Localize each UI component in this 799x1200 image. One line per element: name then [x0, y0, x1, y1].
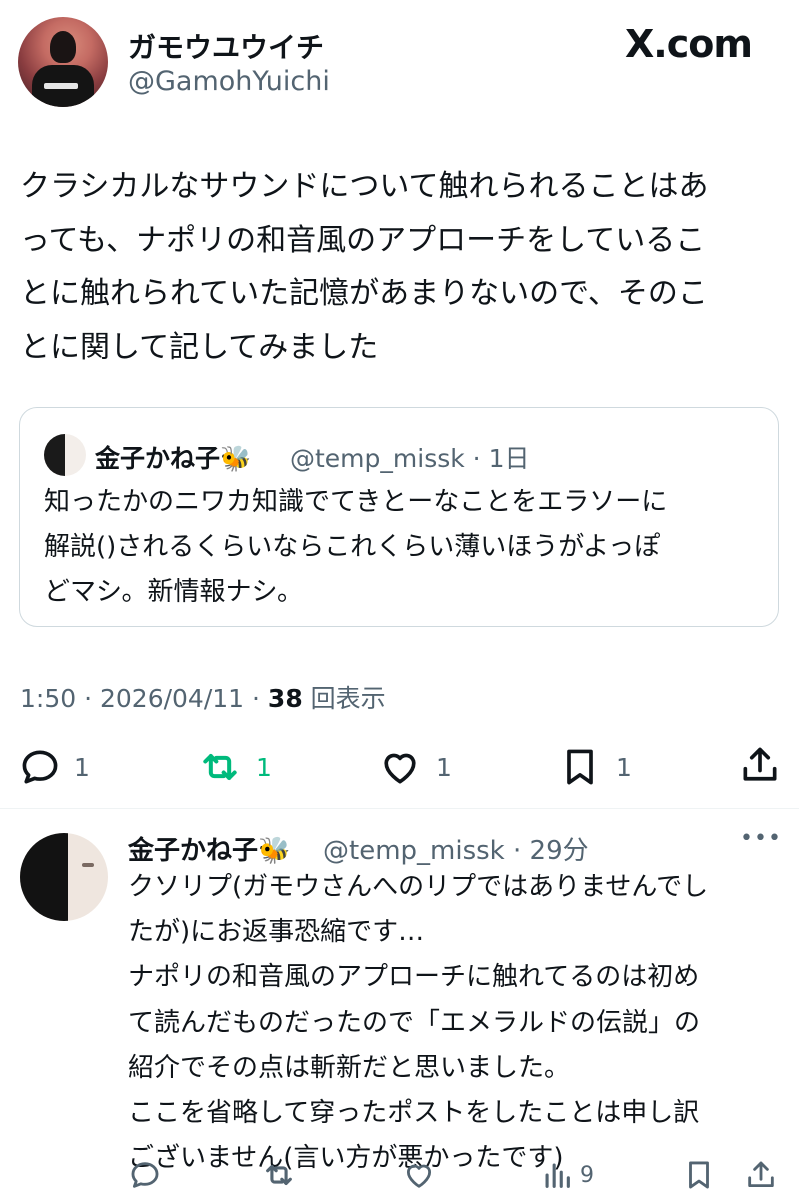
section-divider — [0, 808, 799, 809]
repost-icon — [266, 1164, 292, 1186]
reply-text: クソリプ(ガモウさんへのリプではありませんでし たが)にお返事恐縮です… ナポリ… — [128, 872, 709, 1174]
reply-views-button[interactable]: 9 — [540, 1158, 594, 1192]
x-com-watermark: X.com — [625, 22, 753, 66]
meta-separator: · — [244, 684, 268, 713]
tweet-text: クラシカルなサウンドについて触れられることはあ っても、ナポリの和音風のアプロー… — [20, 169, 709, 365]
views-label — [303, 684, 311, 713]
like-icon — [384, 753, 416, 784]
avatar-figure-head — [50, 31, 76, 63]
reply-repost-button[interactable] — [262, 1158, 296, 1192]
reply-bookmark-button[interactable] — [682, 1158, 716, 1192]
like-icon — [406, 1164, 432, 1188]
reply-button[interactable]: 1 — [18, 745, 90, 789]
reply-author-avatar[interactable] — [20, 833, 108, 921]
views-count: 38 — [267, 684, 303, 713]
reply-count: 1 — [74, 752, 90, 782]
quote-time: 1日 — [488, 444, 530, 473]
tweet-date[interactable]: 2026/04/11 — [100, 684, 244, 713]
avatar-shirt-logo — [44, 83, 78, 89]
quote-separator: · — [464, 444, 489, 473]
tweet-meta: 1:50 · 2026/04/11 · 38 回表示 — [20, 679, 386, 715]
repost-icon — [203, 753, 237, 781]
reply-meta: @temp_missk · 29分 — [323, 830, 589, 867]
reply-icon — [131, 1162, 159, 1188]
bookmark-button[interactable]: 1 — [558, 745, 632, 789]
quote-meta: @temp_missk · 1日 — [290, 439, 529, 475]
quote-author-handle: @temp_missk — [290, 444, 465, 473]
bookmark-count: 1 — [616, 752, 632, 782]
reply-like-button[interactable] — [402, 1158, 436, 1192]
reply-icon — [22, 750, 58, 784]
like-count: 1 — [436, 752, 452, 782]
repost-count: 1 — [256, 752, 272, 782]
reply-separator: · — [504, 836, 530, 866]
more-icon[interactable]: ••• — [740, 826, 782, 851]
quote-author-avatar — [44, 434, 86, 476]
meta-separator: · — [76, 684, 100, 713]
author-handle[interactable]: @GamohYuichi — [128, 66, 330, 97]
bookmark-icon — [567, 749, 593, 785]
repost-button[interactable]: 1 — [198, 745, 272, 789]
bookmark-icon — [689, 1161, 709, 1189]
views-icon — [545, 1163, 570, 1188]
quote-text: 知ったかのニワカ知識でてきとーなことをエラソーに 解説()されるくらいならこれく… — [44, 487, 668, 607]
author-name[interactable]: ガモウユウイチ — [128, 26, 324, 66]
reply-author-handle[interactable]: @temp_missk — [323, 836, 505, 866]
reply-time[interactable]: 29分 — [530, 836, 589, 866]
like-button[interactable]: 1 — [378, 745, 452, 789]
reply-views-count: 9 — [580, 1162, 594, 1188]
author-avatar[interactable] — [18, 17, 108, 107]
quote-author-name: 金子かね子🐝 — [95, 444, 252, 473]
share-icon — [743, 747, 777, 781]
reply-reply-button[interactable] — [128, 1158, 162, 1192]
share-icon — [748, 1161, 774, 1188]
share-button[interactable] — [738, 743, 782, 787]
views-label-text: 回表示 — [310, 684, 386, 713]
reply-author-name[interactable]: 金子かね子🐝 — [128, 830, 290, 867]
reply-share-button[interactable] — [744, 1158, 778, 1192]
tweet-time[interactable]: 1:50 — [20, 684, 76, 713]
